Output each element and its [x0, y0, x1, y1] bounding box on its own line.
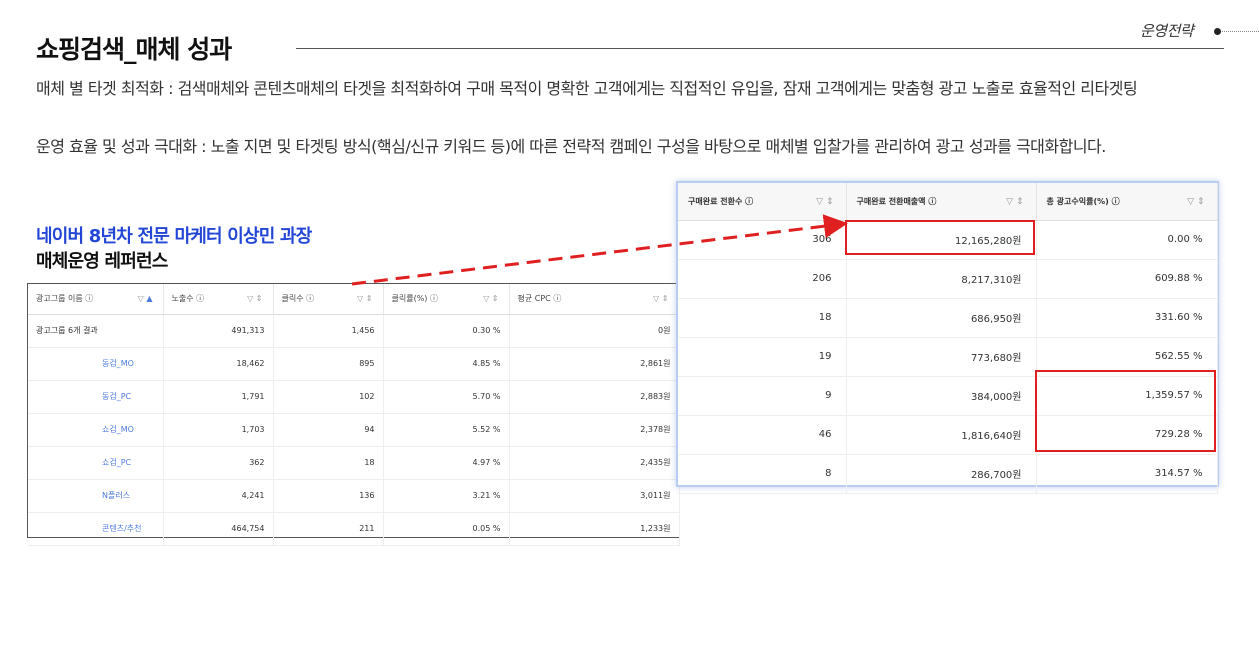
dashed-arrow	[351, 214, 848, 286]
arrow-line	[351, 214, 848, 286]
